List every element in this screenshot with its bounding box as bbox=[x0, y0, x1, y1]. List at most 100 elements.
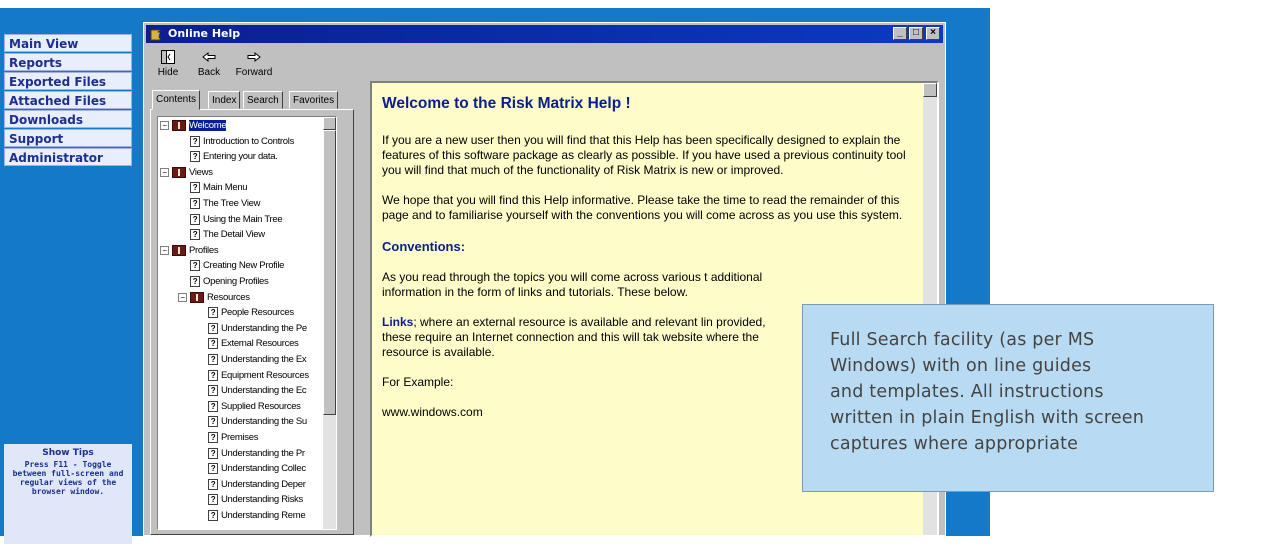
tree-topic-item[interactable]: ? Understanding the Pr bbox=[196, 447, 305, 461]
help-topic-icon: ? bbox=[190, 275, 200, 287]
back-label: Back bbox=[197, 67, 221, 78]
forward-button[interactable]: Forward bbox=[234, 45, 274, 85]
tree-item-label: People Resources bbox=[221, 307, 294, 319]
tree-topic-item[interactable]: ? People Resources bbox=[196, 306, 294, 320]
tree-item-label: Main Menu bbox=[203, 182, 248, 194]
forward-label: Forward bbox=[235, 67, 273, 78]
minimize-button[interactable]: _ bbox=[893, 27, 907, 40]
collapse-icon[interactable]: − bbox=[178, 292, 187, 302]
tree-item-label: Opening Profiles bbox=[203, 276, 269, 287]
help-topic-icon: ? bbox=[208, 385, 218, 397]
tree-item-label: The Detail View bbox=[203, 229, 265, 241]
tree-book-item[interactable]: − Views bbox=[160, 166, 213, 180]
tree-book-item[interactable]: − Profiles bbox=[160, 244, 219, 258]
help-topic-icon: ? bbox=[208, 431, 218, 443]
tips-box: Show Tips Press F11 - Toggle between ful… bbox=[4, 444, 132, 544]
hide-button[interactable]: Hide bbox=[154, 45, 182, 85]
tree-topic-item[interactable]: ? Understanding the Ec bbox=[196, 384, 307, 398]
tab-search[interactable]: Search bbox=[243, 91, 283, 109]
callout-line: Full Search facility (as per MS bbox=[830, 330, 1095, 350]
help-topic-icon: ? bbox=[208, 478, 218, 490]
collapse-icon[interactable]: − bbox=[160, 120, 169, 130]
callout-line: and templates. All instructions bbox=[830, 382, 1104, 402]
tree-item-label: Profiles bbox=[189, 244, 219, 256]
tree-topic-item[interactable]: ? Opening Profiles bbox=[178, 275, 269, 289]
tree-topic-item[interactable]: ? The Tree View bbox=[178, 197, 260, 211]
tree-topic-item[interactable]: ? Understanding Reme bbox=[196, 509, 306, 523]
callout-line: written in plain English with screen bbox=[830, 408, 1145, 428]
tree-item-label: Supplied Resources bbox=[221, 400, 301, 412]
tree-topic-item[interactable]: ? Using the Main Tree bbox=[178, 213, 283, 227]
tree-topic-item[interactable]: ? Equipment Resources bbox=[196, 369, 309, 383]
window-title: Online Help bbox=[168, 27, 241, 40]
close-button[interactable]: × bbox=[926, 27, 940, 40]
tree-book-item[interactable]: − Welcome bbox=[160, 119, 227, 133]
navigation-pane: Contents Index Search Favorites − Welcome… bbox=[148, 89, 356, 535]
nav-item-downloads[interactable]: Downloads bbox=[4, 110, 132, 128]
help-toolbar: Hide Back Forward bbox=[148, 45, 348, 85]
help-topic-icon: ? bbox=[208, 447, 218, 459]
example-link[interactable]: www.windows.com bbox=[382, 405, 483, 419]
help-topic-icon: ? bbox=[208, 400, 218, 412]
maximize-button[interactable]: □ bbox=[909, 27, 923, 40]
nav-item-exported-files[interactable]: Exported Files bbox=[4, 72, 132, 90]
scroll-up-arrow-icon[interactable] bbox=[923, 83, 937, 97]
tree-topic-item[interactable]: ? Supplied Resources bbox=[196, 400, 301, 414]
tree-topic-item[interactable]: ? Entering your data. bbox=[178, 150, 278, 164]
tree-topic-item[interactable]: ? Premises bbox=[196, 431, 259, 445]
tree-topic-item[interactable]: ? Introduction to Controls bbox=[178, 135, 294, 149]
nav-item-support[interactable]: Support bbox=[4, 129, 132, 147]
tree-scroll-thumb[interactable] bbox=[323, 130, 336, 415]
tree-book-item[interactable]: − Resources bbox=[178, 291, 250, 305]
collapse-icon[interactable]: − bbox=[160, 245, 169, 255]
help-topic-icon: ? bbox=[190, 229, 200, 241]
tree-topic-item[interactable]: ? Understanding the Ex bbox=[196, 353, 307, 367]
nav-item-administrator[interactable]: Administrator bbox=[4, 148, 132, 166]
scroll-up-arrow-icon[interactable] bbox=[323, 117, 336, 130]
tips-text: Press F11 - Toggle between full-screen a… bbox=[12, 460, 124, 496]
window-titlebar[interactable]: ? Online Help _ □ × bbox=[146, 25, 943, 43]
back-button[interactable]: Back bbox=[194, 45, 224, 85]
help-topic-icon: ? bbox=[190, 260, 200, 272]
help-topic-icon: ? bbox=[190, 197, 200, 209]
hide-pane-icon bbox=[161, 50, 175, 64]
tree-item-label: Understanding the Ec bbox=[221, 385, 307, 397]
tree-scrollbar[interactable] bbox=[323, 117, 336, 529]
tree-topic-item[interactable]: ? External Resources bbox=[196, 337, 299, 351]
tree-topic-item[interactable]: ? Understanding Deper bbox=[196, 478, 306, 492]
links-text: ; where an external resource is availabl… bbox=[382, 315, 766, 359]
tab-contents[interactable]: Contents bbox=[152, 90, 201, 110]
back-arrow-icon bbox=[202, 51, 216, 63]
help-topic-icon: ? bbox=[208, 494, 218, 506]
nav-menu: Main View Reports Exported Files Attache… bbox=[4, 34, 132, 167]
tab-index[interactable]: Index bbox=[208, 91, 241, 109]
tree-item-label: Views bbox=[189, 166, 213, 178]
tree-topic-item[interactable]: ? Understanding Risks bbox=[196, 493, 303, 507]
nav-item-reports[interactable]: Reports bbox=[4, 53, 132, 71]
tips-title[interactable]: Show Tips bbox=[4, 448, 132, 458]
tree-item-label: Welcome bbox=[189, 120, 227, 131]
tree-item-label: Resources bbox=[207, 291, 250, 303]
help-topic-icon: ? bbox=[208, 353, 218, 365]
collapse-icon[interactable]: − bbox=[160, 167, 169, 177]
book-open-icon bbox=[190, 291, 204, 303]
nav-item-main-view[interactable]: Main View bbox=[4, 34, 132, 52]
intro-paragraph: If you are a new user then you will find… bbox=[382, 133, 906, 177]
tree-item-label: Using the Main Tree bbox=[203, 213, 283, 225]
hide-label: Hide bbox=[157, 67, 179, 78]
contents-panel: − Welcome ? Introduction to Controls? Enteri… bbox=[150, 109, 354, 535]
tree-item-label: Understanding the Ex bbox=[221, 354, 307, 365]
book-open-icon bbox=[172, 166, 186, 178]
tree-topic-item[interactable]: ? The Detail View bbox=[178, 228, 265, 242]
tree-topic-item[interactable]: ? Creating New Profile bbox=[178, 259, 284, 273]
tree-topic-item[interactable]: ? Understanding the Su bbox=[196, 415, 307, 429]
tree-item-label: Understanding the Pr bbox=[221, 447, 305, 459]
callout-line: captures where appropriate bbox=[830, 434, 1079, 454]
tree-topic-item[interactable]: ? Understanding Collec bbox=[196, 462, 306, 476]
tree-item-label: Understanding Collec bbox=[221, 463, 306, 475]
nav-item-attached-files[interactable]: Attached Files bbox=[4, 91, 132, 109]
tab-favorites[interactable]: Favorites bbox=[289, 91, 339, 109]
tree-topic-item[interactable]: ? Main Menu bbox=[178, 181, 248, 195]
tree-item-label: Understanding Reme bbox=[221, 510, 306, 521]
tree-topic-item[interactable]: ? Understanding the Pe bbox=[196, 322, 307, 336]
